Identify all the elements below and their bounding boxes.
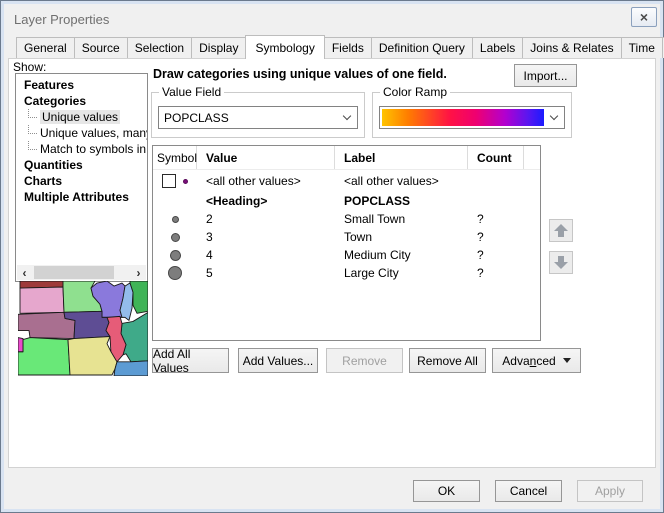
color-ramp-label: Color Ramp <box>380 85 450 99</box>
scroll-left-icon[interactable]: ‹ <box>17 265 32 280</box>
advanced-menu-button[interactable]: Advanced <box>492 348 581 373</box>
horizontal-scrollbar[interactable]: ‹ › <box>17 265 146 280</box>
map-preview <box>18 281 148 376</box>
value-field-group: Value Field POPCLASS <box>151 92 365 138</box>
value-field-selected: POPCLASS <box>159 111 337 125</box>
show-item-categories[interactable]: Categories <box>16 93 147 109</box>
remove-all-button[interactable]: Remove All <box>409 348 486 373</box>
tab-definition-query[interactable]: Definition Query <box>371 37 473 58</box>
all-other-values-checkbox[interactable] <box>162 174 176 188</box>
table-row[interactable]: 2 Small Town ? <box>153 210 540 228</box>
show-item-multiple-attributes[interactable]: Multiple Attributes <box>16 189 147 205</box>
import-button[interactable]: Import... <box>514 64 577 87</box>
color-ramp-group: Color Ramp <box>372 92 572 138</box>
close-button[interactable]: × <box>631 7 657 27</box>
show-item-features[interactable]: Features <box>16 77 147 93</box>
window-title: Layer Properties <box>14 12 109 27</box>
column-header-count[interactable]: Count <box>468 146 524 169</box>
cancel-button[interactable]: Cancel <box>495 480 562 502</box>
scrollbar-thumb[interactable] <box>34 266 114 279</box>
table-row[interactable]: <all other values> <all other values> <box>153 170 540 192</box>
map-region <box>121 312 148 362</box>
close-icon: × <box>640 9 648 25</box>
symbol-table-header: Symbol Value Label Count <box>153 146 540 170</box>
add-all-values-button[interactable]: Add All Values <box>152 348 229 373</box>
tab-selection[interactable]: Selection <box>127 37 192 58</box>
show-label: Show: <box>13 60 46 74</box>
chevron-down-icon <box>343 112 351 120</box>
point-symbol-icon[interactable] <box>170 250 181 261</box>
arrow-down-icon <box>554 256 568 269</box>
tab-symbology[interactable]: Symbology <box>245 35 324 59</box>
show-item-match-symbols[interactable]: Match to symbols in a <box>16 141 147 157</box>
show-item-quantities[interactable]: Quantities <box>16 157 147 173</box>
show-list: Features Categories Unique values Unique… <box>15 73 148 282</box>
tab-time[interactable]: Time <box>621 37 663 58</box>
symbol-table: Symbol Value Label Count <all other valu… <box>152 145 541 341</box>
tab-fields[interactable]: Fields <box>324 37 372 58</box>
point-symbol-icon[interactable] <box>172 216 179 223</box>
map-region <box>18 338 23 352</box>
tab-display[interactable]: Display <box>191 37 246 58</box>
table-row[interactable]: 5 Large City ? <box>153 264 540 282</box>
panel-instruction: Draw categories using unique values of o… <box>153 67 447 81</box>
arrow-up-icon <box>554 224 568 237</box>
color-ramp-gradient <box>382 109 544 126</box>
color-ramp-dropdown[interactable] <box>379 106 565 129</box>
tree-branch-icon <box>28 109 37 118</box>
move-down-button[interactable] <box>549 251 573 274</box>
scroll-right-icon[interactable]: › <box>131 265 146 280</box>
menu-arrow-icon <box>563 358 571 363</box>
show-item-unique-values[interactable]: Unique values <box>16 109 147 125</box>
layer-properties-dialog: Layer Properties × General Source Select… <box>0 0 664 513</box>
apply-button[interactable]: Apply <box>577 480 643 502</box>
tab-source[interactable]: Source <box>74 37 128 58</box>
tab-joins-relates[interactable]: Joins & Relates <box>522 37 621 58</box>
tab-general[interactable]: General <box>16 37 75 58</box>
table-row[interactable]: 3 Town ? <box>153 228 540 246</box>
map-region <box>130 281 148 313</box>
column-header-value[interactable]: Value <box>197 146 335 169</box>
column-header-label[interactable]: Label <box>335 146 468 169</box>
show-item-charts[interactable]: Charts <box>16 173 147 189</box>
dialog-body: Layer Properties × General Source Select… <box>4 4 660 509</box>
value-field-dropdown[interactable]: POPCLASS <box>158 106 358 129</box>
column-header-symbol[interactable]: Symbol <box>153 146 197 169</box>
column-header-filler <box>524 146 540 169</box>
map-region <box>20 287 64 313</box>
remove-button[interactable]: Remove <box>326 348 403 373</box>
point-symbol-icon[interactable] <box>171 233 180 242</box>
map-region <box>114 361 148 376</box>
point-symbol-icon[interactable] <box>168 266 182 280</box>
tree-branch-icon <box>28 125 37 134</box>
table-row[interactable]: <Heading> POPCLASS <box>153 192 540 210</box>
chevron-down-icon <box>550 112 558 120</box>
all-other-values-symbol-icon[interactable] <box>183 179 188 184</box>
symbology-tab-page: Show: Features Categories Unique values … <box>8 58 656 468</box>
map-region <box>68 337 117 375</box>
value-field-label: Value Field <box>159 85 224 99</box>
tab-bar: General Source Selection Display Symbolo… <box>16 35 656 58</box>
ok-button[interactable]: OK <box>413 480 480 502</box>
add-values-button[interactable]: Add Values... <box>238 348 318 373</box>
table-row[interactable]: 4 Medium City ? <box>153 246 540 264</box>
move-up-button[interactable] <box>549 219 573 242</box>
show-item-unique-values-many[interactable]: Unique values, many <box>16 125 147 141</box>
tab-labels[interactable]: Labels <box>472 37 523 58</box>
tree-branch-icon <box>28 141 37 150</box>
map-region <box>18 338 70 375</box>
